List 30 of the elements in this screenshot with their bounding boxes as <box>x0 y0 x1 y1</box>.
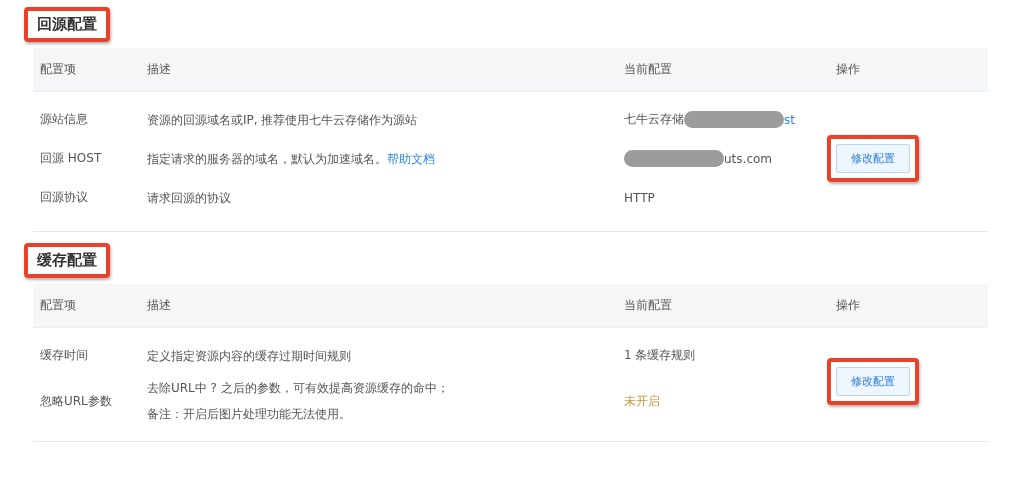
value-link[interactable]: st <box>784 112 795 127</box>
column-header: 当前配置 <box>623 61 673 78</box>
table-cell: 忽略URL参数 <box>40 392 112 410</box>
description-text: 指定请求的服务器的域名，默认为加速域名。帮助文档 <box>147 150 435 168</box>
description-text: 定义指定资源内容的缓存过期时间规则 <box>147 347 351 365</box>
column-header: 描述 <box>146 297 172 314</box>
table-cell: 缓存时间 <box>40 347 88 364</box>
section-heading: 缓存配置 <box>36 251 98 270</box>
edit-config-button[interactable]: 修改配置 <box>836 144 910 173</box>
description-text: 资源的回源域名或IP, 推荐使用七牛云存储作为源站 <box>147 111 418 129</box>
status-text: 未开启 <box>624 392 660 410</box>
table-cell: 源站信息 <box>40 111 88 128</box>
value-text: uts.com <box>724 151 772 166</box>
description-text: 去除URL中 ? 之后的参数，可有效提高资源缓存的命中； <box>147 380 449 397</box>
column-header: 操作 <box>835 61 861 78</box>
column-header: 当前配置 <box>623 297 673 314</box>
value-text: 七牛云存储 <box>624 111 684 128</box>
column-header: 操作 <box>835 297 861 314</box>
value-text: HTTP <box>624 190 655 205</box>
column-header: 配置项 <box>39 297 77 314</box>
description-text: 备注：开启后图片处理功能无法使用。 <box>147 406 351 423</box>
edit-config-button[interactable]: 修改配置 <box>836 367 910 396</box>
section-heading: 回源配置 <box>36 15 98 34</box>
table-cell: 回源协议 <box>40 189 88 206</box>
help-link[interactable]: 帮助文档 <box>387 151 435 166</box>
value-text: 1 条缓存规则 <box>624 347 696 364</box>
column-header: 描述 <box>146 61 172 78</box>
description-text: 请求回源的协议 <box>147 189 231 207</box>
table-cell: 回源 HOST <box>40 150 102 167</box>
column-header: 配置项 <box>39 61 77 78</box>
